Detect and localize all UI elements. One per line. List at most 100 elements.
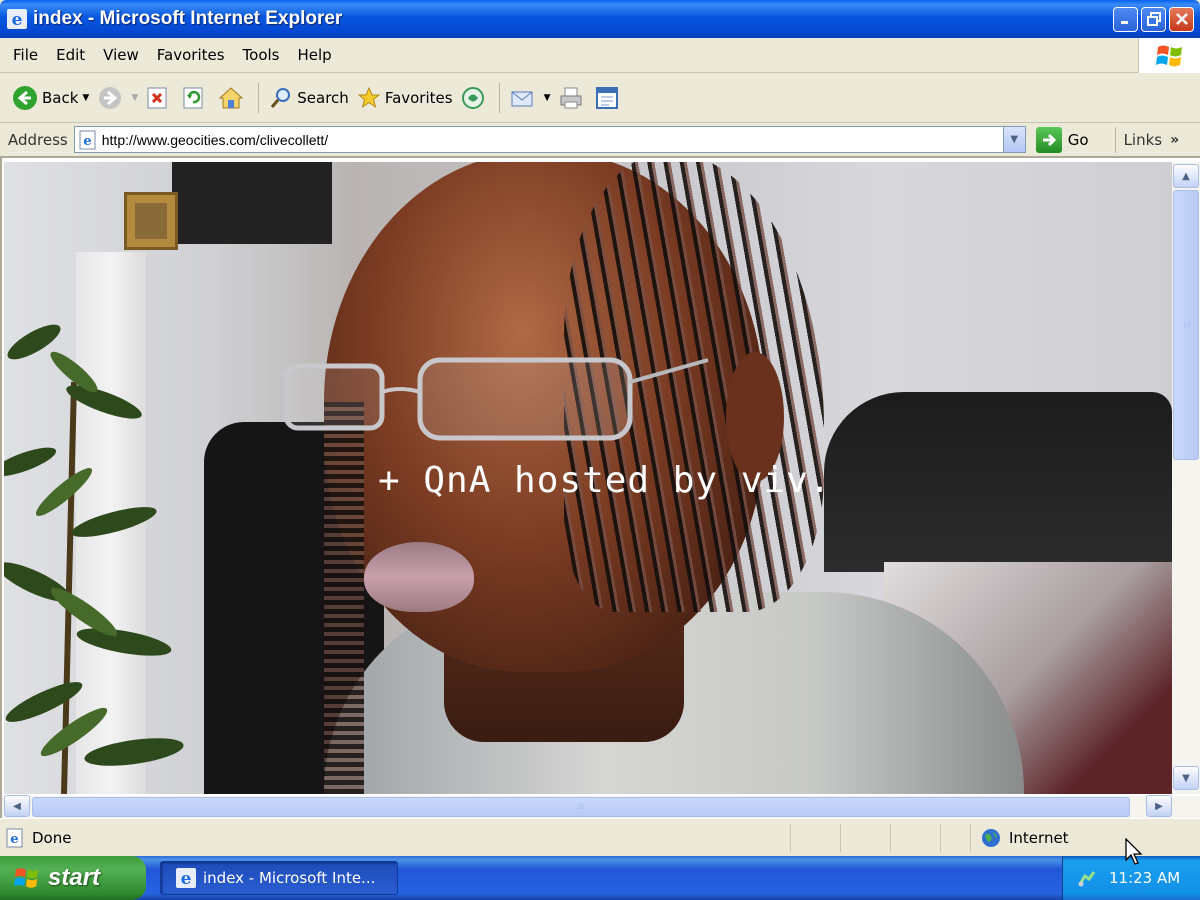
mail-dropdown-icon[interactable]: ▼: [544, 93, 551, 103]
restore-icon: [1146, 12, 1161, 26]
go-button[interactable]: Go: [1035, 126, 1089, 153]
windows-flag-icon: [14, 868, 39, 888]
status-bar: e Done Internet: [0, 818, 1200, 856]
status-cell: [840, 823, 890, 852]
taskbar-item-label: index - Microsoft Inte...: [203, 869, 376, 887]
back-dropdown-icon[interactable]: ▼: [82, 93, 89, 103]
zone-label: Internet: [1009, 828, 1069, 847]
home-button[interactable]: [214, 80, 252, 116]
minimize-icon: [1120, 21, 1128, 24]
restore-button[interactable]: [1141, 6, 1166, 32]
minimize-button[interactable]: [1113, 6, 1138, 32]
printer-icon: [560, 87, 581, 108]
windows-logo: [1138, 38, 1200, 73]
stop-icon: [147, 87, 167, 108]
svg-text:e: e: [181, 869, 192, 889]
vertical-scrollbar[interactable]: ▲ ⦙⦙⦙ ▼: [1172, 162, 1200, 794]
start-button[interactable]: start: [0, 856, 146, 900]
scroll-up-button[interactable]: ▲: [1173, 164, 1199, 188]
home-icon: [218, 86, 244, 108]
ie-icon: e: [7, 9, 27, 30]
taskbar-item-ie[interactable]: e index - Microsoft Inte...: [160, 861, 398, 895]
go-arrow-icon: [1035, 126, 1062, 153]
grip-icon: ⦙⦙⦙: [577, 802, 585, 812]
search-button[interactable]: Search: [265, 80, 353, 116]
toolbar-separator: [498, 82, 500, 113]
overlay-caption: + QnA hosted by viv.: [378, 460, 832, 501]
back-label: Back: [42, 88, 79, 107]
photo-glasses: [283, 357, 709, 441]
media-button[interactable]: [457, 80, 493, 116]
chevron-down-icon: ▼: [1010, 134, 1019, 145]
back-button[interactable]: Back ▼: [8, 80, 93, 116]
forward-dropdown-icon[interactable]: ▼: [131, 93, 138, 103]
photo-lips: [364, 542, 474, 612]
mail-icon: [511, 91, 533, 106]
forward-button[interactable]: ▼: [93, 80, 142, 116]
print-button[interactable]: [555, 80, 591, 116]
chevron-down-icon: ▼: [1182, 772, 1190, 784]
refresh-icon: [183, 87, 203, 108]
chevron-up-icon: ▲: [1182, 170, 1190, 182]
photo-plant: [4, 324, 184, 794]
security-zone[interactable]: Internet: [970, 823, 1120, 852]
status-cell: [890, 823, 940, 852]
toolbar-separator: [258, 82, 260, 113]
svg-text:e: e: [10, 832, 18, 847]
edit-page-button[interactable]: [591, 80, 627, 116]
address-bar: Address e http://www.geocities.com/clive…: [0, 123, 1200, 156]
links-label: Links: [1123, 130, 1163, 149]
address-field[interactable]: e http://www.geocities.com/clivecollett/…: [73, 126, 1026, 153]
favorites-button[interactable]: Favorites: [353, 80, 457, 116]
page-done-icon: e: [6, 828, 23, 847]
links-button[interactable]: Links »: [1114, 126, 1180, 153]
start-label: start: [48, 864, 101, 891]
title-bar[interactable]: e index - Microsoft Internet Explorer: [0, 0, 1200, 38]
menu-favorites[interactable]: Favorites: [150, 44, 232, 66]
photo-braids-left: [324, 402, 364, 794]
taskbar: start e index - Microsoft Inte... 11:23 …: [0, 856, 1200, 900]
status-cell: [940, 823, 970, 852]
back-arrow-icon: [13, 85, 37, 110]
menu-tools[interactable]: Tools: [236, 44, 287, 66]
clock[interactable]: 11:23 AM: [1109, 869, 1180, 887]
mouse-cursor-icon: [1125, 838, 1143, 865]
ie-icon: e: [176, 868, 196, 889]
status-text-area: e Done: [4, 827, 790, 849]
mail-button[interactable]: ▼: [506, 80, 555, 116]
menu-bar: File Edit View Favorites Tools Help: [0, 38, 1200, 73]
close-icon: [1175, 13, 1188, 25]
horizontal-scrollbar[interactable]: ◀ ⦙⦙⦙ ▶: [0, 795, 1200, 818]
photo-hair: [824, 392, 1172, 572]
scroll-left-button[interactable]: ◀: [4, 795, 30, 817]
chevron-right-icon: ▶: [1155, 800, 1163, 812]
page-content: + QnA hosted by viv. ▲ ⦙⦙⦙ ▼: [0, 156, 1200, 796]
grip-icon: ⦙⦙⦙: [1181, 321, 1191, 329]
scroll-down-button[interactable]: ▼: [1173, 766, 1199, 790]
close-button[interactable]: [1169, 6, 1194, 32]
vertical-scroll-thumb[interactable]: ⦙⦙⦙: [1173, 190, 1199, 460]
menu-file[interactable]: File: [6, 44, 45, 66]
status-cell: [790, 823, 840, 852]
scroll-right-button[interactable]: ▶: [1146, 795, 1172, 817]
star-icon: [357, 86, 381, 108]
horizontal-scroll-thumb[interactable]: ⦙⦙⦙: [32, 797, 1130, 817]
status-text: Done: [32, 828, 72, 847]
svg-text:e: e: [83, 134, 91, 149]
globe-icon: [982, 828, 1000, 847]
photo-shelf: [172, 162, 332, 244]
media-icon: [461, 86, 484, 109]
page-viewport: + QnA hosted by viv.: [4, 162, 1172, 794]
search-icon: [271, 87, 291, 108]
menu-edit[interactable]: Edit: [49, 44, 92, 66]
chevron-right-icon: »: [1170, 131, 1180, 148]
network-icon[interactable]: [1077, 868, 1097, 888]
address-dropdown-button[interactable]: ▼: [1002, 127, 1025, 152]
refresh-button[interactable]: [178, 80, 214, 116]
photo-picture-frame: [124, 192, 178, 250]
menu-help[interactable]: Help: [291, 44, 339, 66]
menu-view[interactable]: View: [96, 44, 146, 66]
address-url[interactable]: http://www.geocities.com/clivecollett/: [102, 132, 1003, 148]
windows-flag-icon: [1155, 45, 1182, 66]
stop-button[interactable]: [142, 80, 178, 116]
